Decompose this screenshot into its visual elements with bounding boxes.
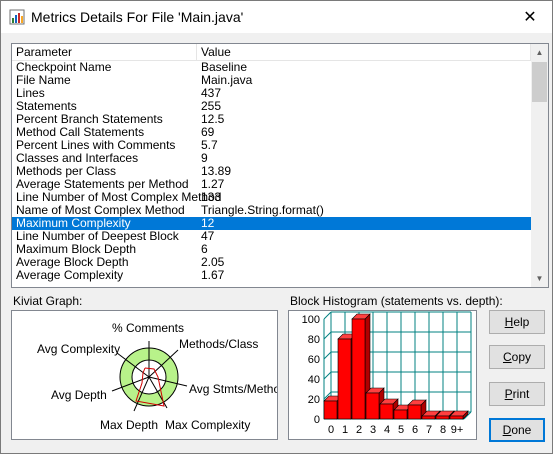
x-tick-label: 9+	[451, 424, 464, 436]
histogram-bar	[421, 415, 436, 420]
block-histogram: 100 80 60 40 20 0 0 1 2 3 4 5 6 7 8 9+	[288, 310, 477, 440]
vertical-scrollbar[interactable]: ▲ ▼	[531, 44, 548, 287]
table-row[interactable]: File Name Main.java	[12, 74, 531, 87]
table-row[interactable]: Checkpoint Name Baseline	[12, 61, 531, 74]
window-title: Metrics Details For File 'Main.java'	[31, 9, 244, 25]
done-button[interactable]: Done	[489, 418, 545, 442]
histogram-bar	[365, 392, 380, 420]
scroll-up-icon[interactable]: ▲	[531, 44, 548, 61]
print-button[interactable]: Print	[489, 382, 545, 406]
grid-line	[323, 351, 332, 360]
y-tick-label: 20	[308, 394, 320, 406]
kiviat-axis-label: Max Depth	[100, 418, 158, 432]
histogram-bar	[407, 404, 422, 420]
kiviat-axis-label: Methods/Class	[179, 337, 258, 351]
table-rows: Checkpoint Name Baseline File Name Main.jav…	[12, 61, 531, 282]
kiviat-axis-label: Max Complexity	[165, 418, 250, 432]
histogram-bar	[449, 415, 464, 420]
histogram-bar	[351, 318, 366, 420]
histogram-label: Block Histogram (statements vs. depth):	[290, 294, 503, 308]
x-tick-label: 0	[328, 424, 334, 436]
kiviat-label: Kiviat Graph:	[13, 294, 83, 308]
kiviat-axis-label: % Comments	[112, 321, 184, 335]
column-header-parameter[interactable]: Parameter	[12, 44, 197, 61]
title-bar: Metrics Details For File 'Main.java' ✕	[1, 1, 552, 33]
column-header-value[interactable]: Value	[197, 44, 531, 61]
kiviat-axis-label: Avg Stmts/Method	[189, 382, 277, 396]
x-tick-label: 6	[412, 424, 418, 436]
histogram-bar	[337, 338, 352, 420]
y-tick-label: 100	[302, 314, 320, 326]
x-tick-label: 2	[356, 424, 362, 436]
close-icon: ✕	[523, 8, 537, 26]
value-cell: Triangle.String.format()	[201, 203, 324, 217]
histogram-bar	[323, 400, 338, 420]
scroll-down-icon[interactable]: ▼	[531, 270, 548, 287]
kiviat-axis-label: Avg Complexity	[37, 342, 120, 356]
y-tick-label: 80	[308, 334, 320, 346]
table-header: Parameter Value	[12, 44, 531, 61]
table-row[interactable]: Lines 437	[12, 87, 531, 100]
grid-line	[323, 331, 332, 340]
kiviat-svg: % Comments Methods/Class Avg Stmts/Metho…	[37, 321, 287, 432]
histogram-bar	[379, 403, 394, 420]
scrollbar-thumb[interactable]	[532, 62, 547, 102]
histogram-svg: 1008060402000 1 2 3 4 5 6 7 8 9+	[302, 311, 472, 436]
copy-button[interactable]: Copy	[489, 345, 545, 369]
kiviat-graph: % Comments Methods/Class Avg Stmts/Metho…	[11, 310, 287, 440]
table-row[interactable]: Average Complexity 1.67	[12, 269, 531, 282]
histogram-bar	[435, 415, 450, 420]
metrics-table[interactable]: Parameter Value Checkpoint Name Baseline F…	[11, 43, 549, 288]
help-button[interactable]: Help	[489, 310, 545, 334]
kiviat-axis-label: Avg Depth	[51, 388, 107, 402]
parameter-cell: Average Complexity	[16, 268, 124, 282]
close-button[interactable]: ✕	[508, 1, 552, 32]
x-tick-label: 1	[342, 424, 348, 436]
grid-line	[323, 311, 332, 320]
x-tick-label: 8	[440, 424, 446, 436]
y-tick-label: 40	[308, 374, 320, 386]
x-tick-label: 3	[370, 424, 376, 436]
grid-line	[323, 371, 332, 380]
x-tick-label: 5	[398, 424, 404, 436]
y-tick-label: 60	[308, 354, 320, 366]
y-tick-label: 0	[314, 414, 320, 426]
app-icon	[9, 9, 25, 25]
x-tick-label: 4	[384, 424, 390, 436]
metrics-dialog: Metrics Details For File 'Main.java' ✕ P…	[0, 0, 553, 454]
x-tick-label: 7	[426, 424, 432, 436]
value-cell: 1.67	[201, 268, 225, 282]
histogram-bar	[393, 409, 408, 420]
